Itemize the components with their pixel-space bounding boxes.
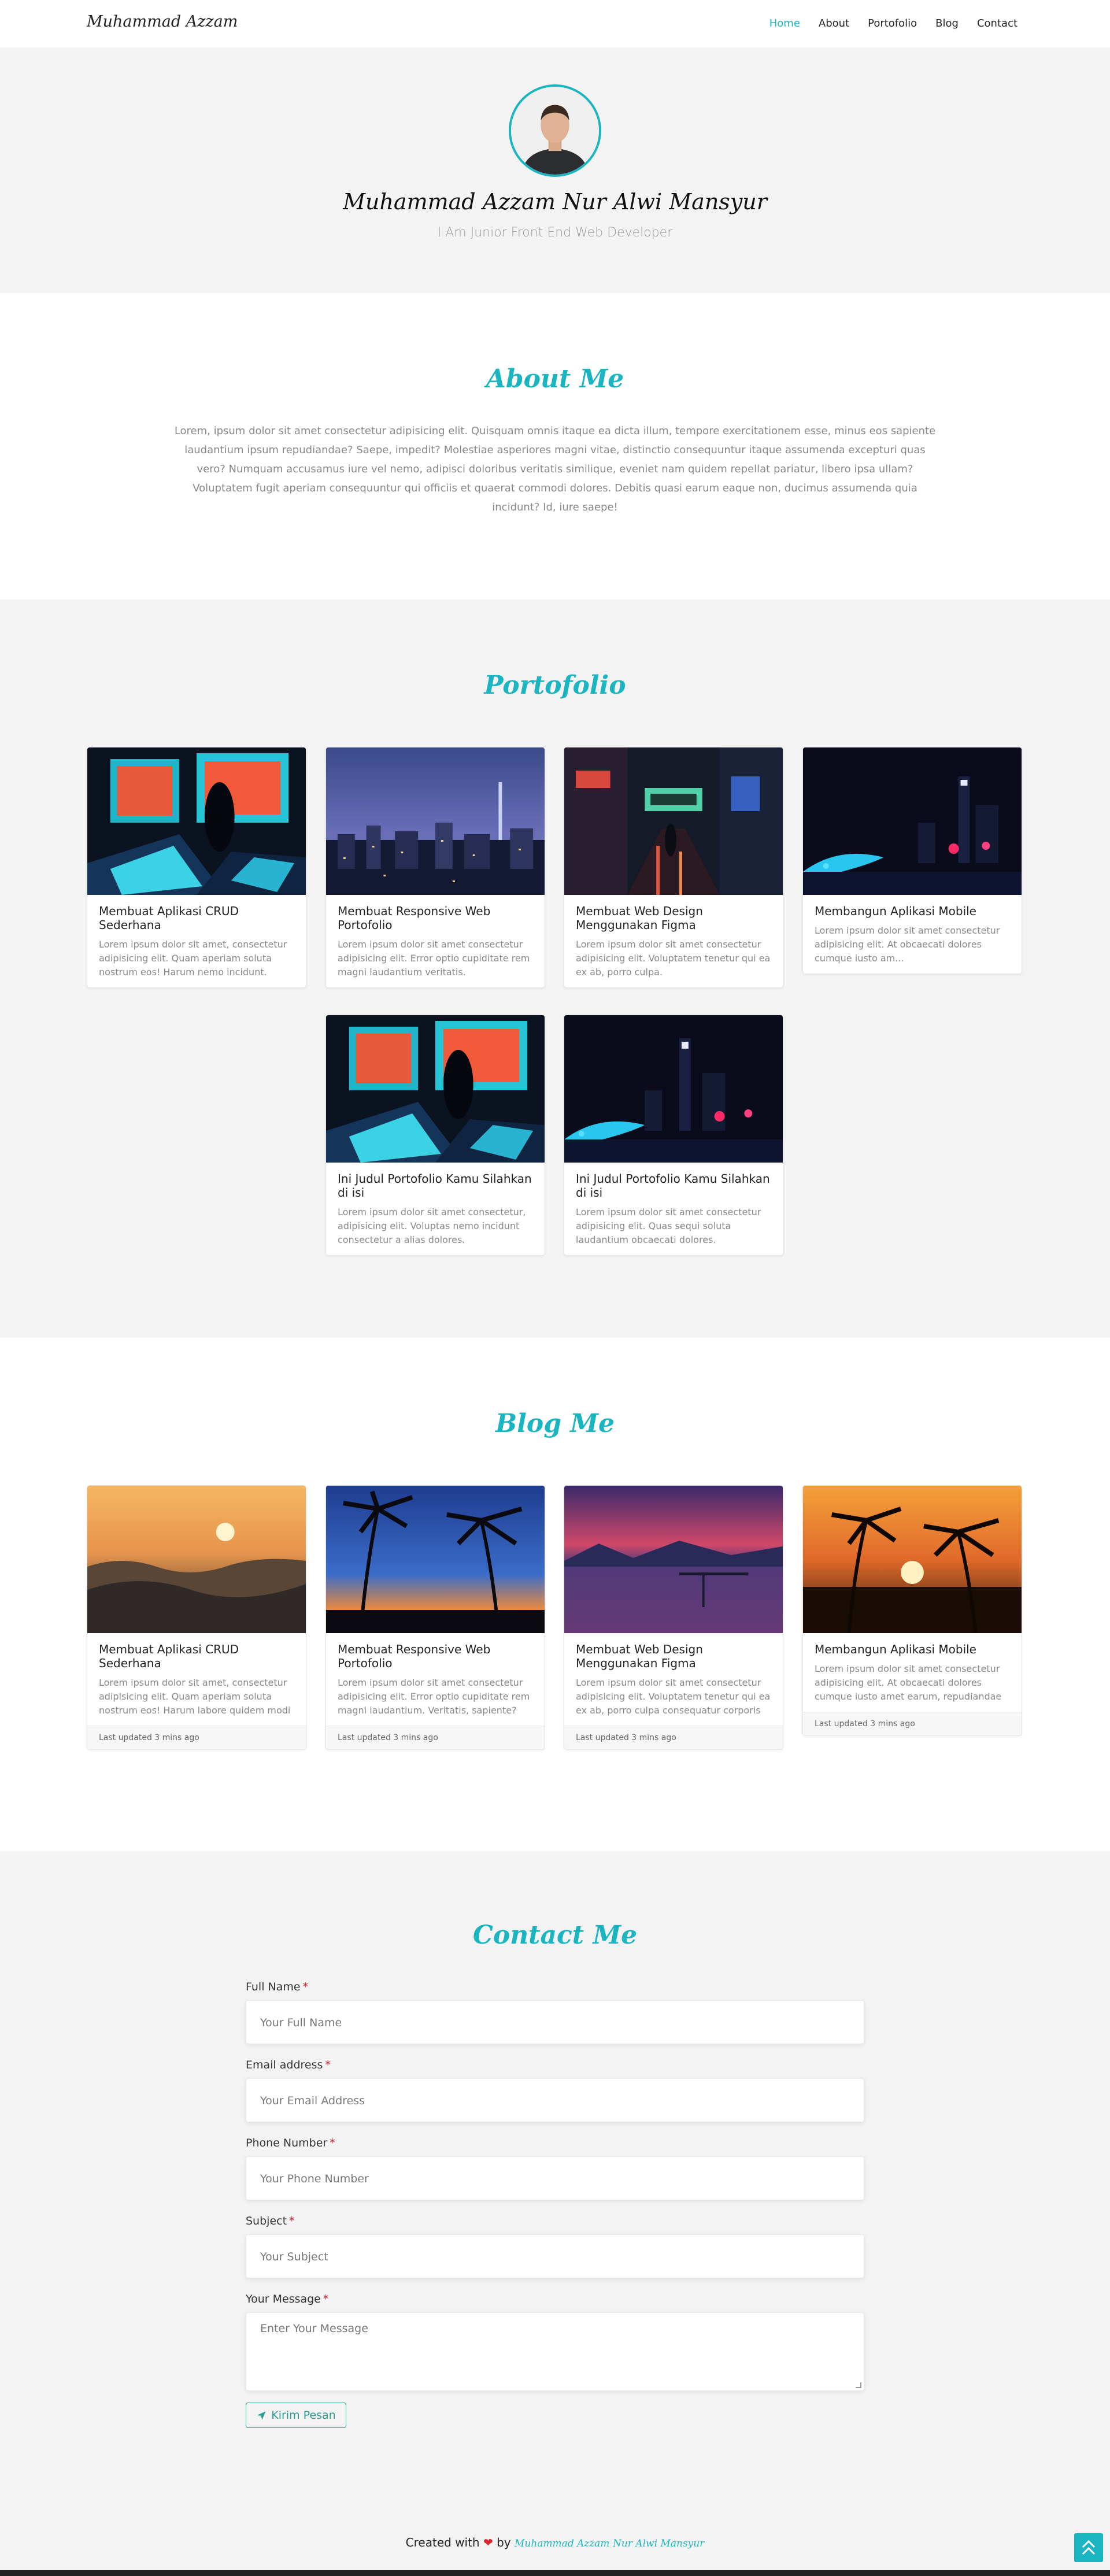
nav-link-portofolio[interactable]: Portofolio [868, 17, 917, 29]
blog-card-title: Membuat Web Design Menggunakan Figma [576, 1642, 703, 1670]
scroll-to-top-button[interactable] [1074, 2533, 1103, 2562]
blog-card-text: Lorem ipsum dolor sit amet consectetur a… [338, 1677, 530, 1716]
palm-sunset-beach-image [803, 1486, 1022, 1633]
portfolio-card-text: Lorem ipsum dolor sit amet consectetur a… [815, 925, 1000, 964]
hero-section: Muhammad Azzam Nur Alwi Mansyur I Am Jun… [0, 47, 1110, 293]
portfolio-card[interactable]: Membangun Aplikasi Mobile Lorem ipsum do… [802, 747, 1022, 974]
portfolio-card-text: Lorem ipsum dolor sit amet consectetur, … [338, 1206, 526, 1245]
portfolio-card-title: Membuat Web Design Menggunakan Figma [576, 904, 703, 932]
portfolio-card-title: Ini Judul Portofolio Kamu Silahkan di is… [338, 1172, 532, 1200]
about-section: About Me Lorem, ipsum dolor sit amet con… [0, 293, 1110, 599]
phone-field: Phone Number * Your Phone Number [246, 2137, 864, 2200]
blog-card-title: Membangun Aplikasi Mobile [815, 1642, 976, 1656]
email-label: Email address * [246, 2059, 331, 2071]
hero-tagline: I Am Junior Front End Web Developer [437, 225, 673, 240]
neon-city-night-image [803, 747, 1022, 895]
phone-input[interactable]: Your Phone Number [246, 2156, 864, 2200]
message-textarea[interactable]: Enter Your Message [246, 2312, 864, 2391]
blog-card-title: Membuat Aplikasi CRUD Sederhana [99, 1642, 239, 1670]
blog-card-title: Membuat Responsive Web Portofolio [338, 1642, 491, 1670]
blog-card-text: Lorem ipsum dolor sit amet, consectetur … [99, 1677, 291, 1716]
email-field: Email address * Your Email Address [246, 2059, 864, 2122]
blog-card-updated: Last updated 3 mins ago [87, 1726, 306, 1749]
nav-link-contact[interactable]: Contact [977, 17, 1018, 29]
lake-sunset-image [564, 1486, 783, 1633]
blog-card-text: Lorem ipsum dolor sit amet consectetur a… [576, 1677, 771, 1716]
email-input[interactable]: Your Email Address [246, 2078, 864, 2122]
blog-card[interactable]: Membuat Web Design Menggunakan Figma Lor… [564, 1485, 783, 1750]
portfolio-card-text: Lorem ipsum dolor sit amet consectetur a… [576, 939, 771, 978]
hero-name: Muhammad Azzam Nur Alwi Mansyur [343, 189, 767, 214]
portfolio-card-text: Lorem ipsum dolor sit amet, consectetur … [99, 939, 287, 978]
portfolio-card-title: Membangun Aplikasi Mobile [815, 904, 976, 918]
portfolio-card-text: Lorem ipsum dolor sit amet consectetur a… [576, 1206, 761, 1245]
contact-section: Contact Me Full Name * Your Full Name Ema… [0, 1851, 1110, 2576]
footer: Created with ❤ by Muhammad Azzam Nur Alw… [405, 2536, 705, 2549]
portfolio-card-title: Membuat Responsive Web Portofolio [338, 904, 491, 932]
bottom-bar [0, 2570, 1110, 2576]
profile-avatar [509, 84, 601, 177]
blog-card-updated: Last updated 3 mins ago [564, 1726, 783, 1749]
ocean-sunset-image [87, 1486, 306, 1633]
nav-link-about[interactable]: About [819, 17, 849, 29]
arcade-machines-image [87, 747, 306, 895]
nav-link-blog[interactable]: Blog [935, 17, 959, 29]
palm-trees-dusk-image [326, 1486, 545, 1633]
arcade-machines-image [326, 1015, 545, 1163]
portfolio-card-title: Membuat Aplikasi CRUD Sederhana [99, 904, 239, 932]
portfolio-card[interactable]: Membuat Aplikasi CRUD Sederhana Lorem ip… [87, 747, 306, 988]
footer-author[interactable]: Muhammad Azzam Nur Alwi Mansyur [515, 2538, 704, 2549]
portfolio-section: Portofolio Membuat Aplikasi CRUD Sederha… [0, 599, 1110, 1338]
portfolio-title: Portofolio [484, 671, 626, 700]
resize-handle-icon[interactable] [856, 2382, 861, 2388]
portfolio-card[interactable]: Membuat Responsive Web Portofolio Lorem … [325, 747, 545, 988]
blog-card[interactable]: Membuat Responsive Web Portofolio Lorem … [325, 1485, 545, 1750]
blog-card[interactable]: Membangun Aplikasi Mobile Lorem ipsum do… [802, 1485, 1022, 1736]
contact-title: Contact Me [472, 1920, 638, 1950]
blog-title: Blog Me [495, 1409, 615, 1438]
profile-photo-image [511, 87, 599, 175]
portfolio-card-text: Lorem ipsum dolor sit amet consectetur a… [338, 939, 530, 978]
navbar: Muhammad Azzam Home About Portofolio Blo… [0, 0, 1110, 47]
full-name-input[interactable]: Your Full Name [246, 2000, 864, 2044]
message-label: Your Message * [246, 2293, 329, 2305]
subject-input[interactable]: Your Subject [246, 2234, 864, 2278]
about-title: About Me [486, 364, 624, 394]
blog-card-updated: Last updated 3 mins ago [326, 1726, 545, 1749]
blog-card-text: Lorem ipsum dolor sit amet consectetur a… [815, 1663, 1002, 1702]
nav-link-home[interactable]: Home [769, 17, 800, 29]
paper-plane-icon [257, 2411, 266, 2420]
portfolio-card[interactable]: Membuat Web Design Menggunakan Figma Lor… [564, 747, 783, 988]
double-chevron-up-icon [1082, 2540, 1096, 2555]
portfolio-card-title: Ini Judul Portofolio Kamu Silahkan di is… [576, 1172, 770, 1200]
neon-city-night-image [564, 1015, 783, 1163]
blog-section: Blog Me Membuat Aplikasi CRUD Sederhana … [0, 1338, 1110, 1851]
nav-links: Home About Portofolio Blog Contact [769, 17, 1018, 29]
portfolio-card[interactable]: Ini Judul Portofolio Kamu Silahkan di is… [325, 1015, 545, 1256]
message-field: Your Message * Enter Your Message [246, 2293, 864, 2391]
brand-logo[interactable]: Muhammad Azzam [87, 13, 238, 31]
subject-label: Subject * [246, 2215, 295, 2227]
subject-field: Subject * Your Subject [246, 2215, 864, 2278]
about-text: Lorem, ipsum dolor sit amet consectetur … [174, 425, 936, 513]
city-skyline-night-image [326, 747, 545, 895]
heart-icon: ❤ [483, 2536, 493, 2549]
full-name-field: Full Name * Your Full Name [246, 1981, 864, 2044]
portfolio-card[interactable]: Ini Judul Portofolio Kamu Silahkan di is… [564, 1015, 783, 1256]
send-message-button[interactable]: Kirim Pesan [246, 2403, 346, 2428]
full-name-label: Full Name * [246, 1981, 309, 1993]
neon-street-image [564, 747, 783, 895]
phone-label: Phone Number * [246, 2137, 335, 2149]
blog-card-updated: Last updated 3 mins ago [803, 1712, 1022, 1735]
blog-card[interactable]: Membuat Aplikasi CRUD Sederhana Lorem ip… [87, 1485, 306, 1750]
